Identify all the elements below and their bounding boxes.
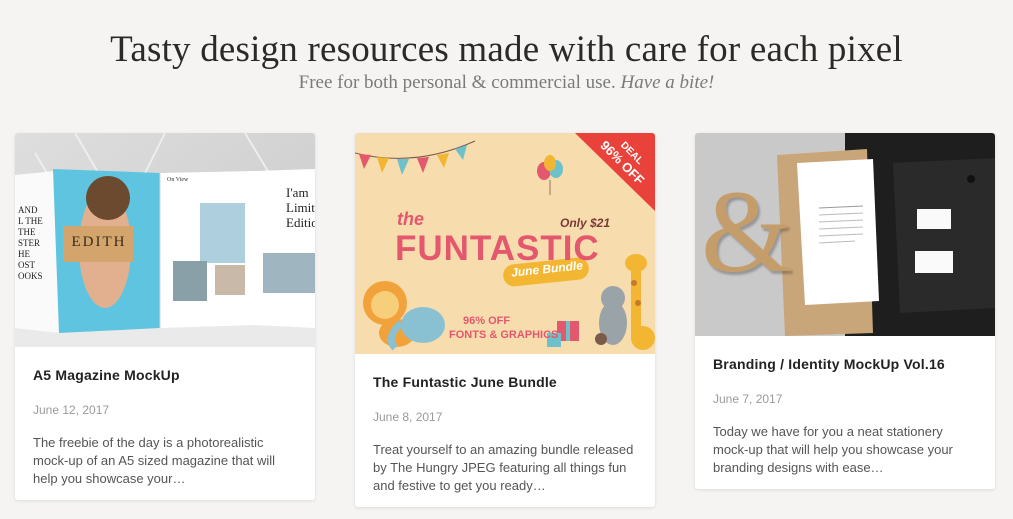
branding-mockup-image[interactable]: & xyxy=(695,133,995,336)
magazine-cover-word: EDITH xyxy=(71,234,127,250)
fonts-graphics-line: FONTS & GRAPHICS xyxy=(449,329,559,341)
magazine-mockup-image[interactable]: AND L THE THE STER HE OST OOKS EDITH On … xyxy=(15,133,315,347)
card-date: June 12, 2017 xyxy=(33,403,110,417)
page-title: Tasty design resources made with care fo… xyxy=(110,29,903,70)
left-page-line: OST xyxy=(18,260,36,270)
card-title[interactable]: A5 Magazine MockUp xyxy=(33,367,299,383)
card-description: Today we have for you a neat stationery … xyxy=(713,424,953,475)
card-description: Treat yourself to an amazing bundle rele… xyxy=(373,442,634,493)
the-label: the xyxy=(397,209,424,229)
left-page-line: THE xyxy=(18,227,36,237)
off-line: 96% OFF xyxy=(463,315,511,327)
right-page-line: I'am xyxy=(286,185,309,200)
magazine-page-heading: On View xyxy=(167,177,189,183)
resource-card-branding[interactable]: & Branding / Identity MockUp Vol.16 June… xyxy=(695,133,995,489)
left-page-line: L THE xyxy=(18,216,43,226)
resource-card-funtastic[interactable]: DEAL 96% OFF the Only $21 FUNTASTIC June… xyxy=(355,133,655,507)
left-page-text: AND L THE THE STER HE OST OOKS xyxy=(18,205,43,282)
page-subtitle: Free for both personal & commercial use.… xyxy=(0,72,1013,94)
ampersand-sculpture: & xyxy=(701,166,793,297)
card-description: The freebie of the day is a photorealist… xyxy=(33,435,276,486)
left-page-line: HE xyxy=(18,249,30,259)
right-page-text: I'am Limite Editio xyxy=(286,185,315,230)
card-title[interactable]: Branding / Identity MockUp Vol.16 xyxy=(713,356,979,372)
card-title[interactable]: The Funtastic June Bundle xyxy=(373,374,639,390)
card-date: June 7, 2017 xyxy=(713,392,783,406)
left-page-line: AND xyxy=(18,205,38,215)
right-page-line: Editio xyxy=(286,215,315,230)
left-page-line: OOKS xyxy=(18,271,43,281)
resource-card-magazine[interactable]: AND L THE THE STER HE OST OOKS EDITH On … xyxy=(15,133,315,500)
right-page-line: Limite xyxy=(286,200,315,215)
card-date: June 8, 2017 xyxy=(373,410,443,424)
left-page-line: STER xyxy=(18,238,41,248)
price-label: Only $21 xyxy=(560,216,611,230)
subtitle-text: Free for both personal & commercial use. xyxy=(298,72,616,93)
funtastic-bundle-image[interactable]: DEAL 96% OFF the Only $21 FUNTASTIC June… xyxy=(355,133,655,354)
subtitle-emphasis: Have a bite! xyxy=(620,72,715,93)
